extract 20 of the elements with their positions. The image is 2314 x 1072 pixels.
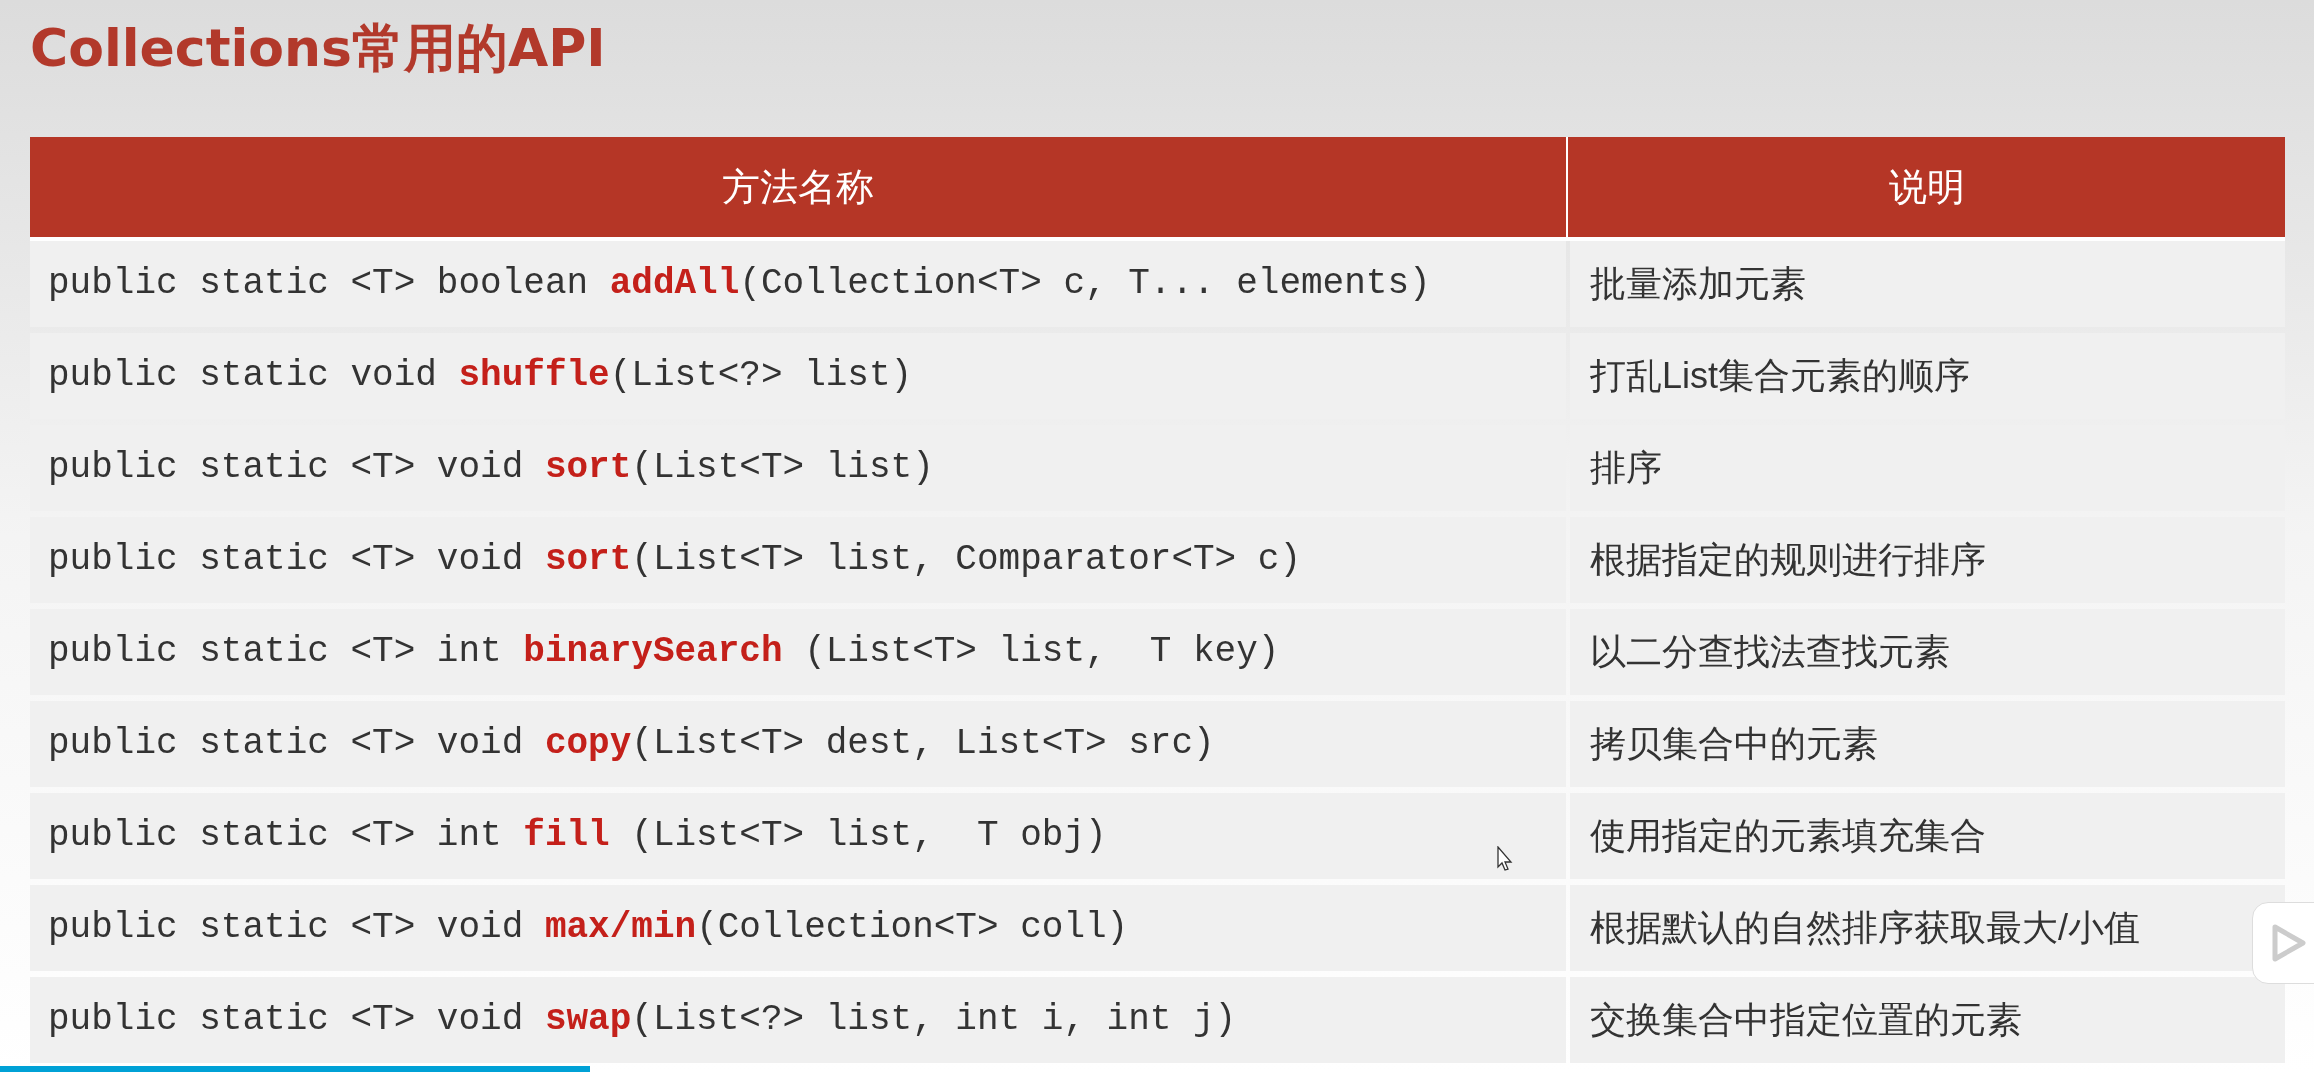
table-cell: public static <T> void sort(List<T> list, Comparator<T> c) [30, 517, 1566, 603]
column-header: 说明 [1888, 164, 1965, 210]
play-icon [2271, 923, 2307, 963]
table-cell: 交换集合中指定位置的元素 [1570, 977, 2285, 1063]
table-cell: 根据指定的规则进行排序 [1570, 517, 2285, 603]
table-cell: 批量添加元素 [1570, 241, 2285, 327]
table-cell: 以二分查找法查找元素 [1570, 609, 2285, 695]
table-cell: public static <T> int fill (List<T> list, T obj) [30, 793, 1566, 879]
table-cell: public static <T> void swap(List<?> list, int i, int j) [30, 977, 1566, 1063]
table-cell: 拷贝集合中的元素 [1570, 701, 2285, 787]
table-cell: 使用指定的元素填充集合 [1570, 793, 2285, 879]
table-cell: public static <T> void copy(List<T> dest, List<T> src) [30, 701, 1566, 787]
mouse-cursor-icon [1497, 846, 1513, 872]
table-cell: public static <T> void max/min(Collection<T> coll) [30, 885, 1566, 971]
table-cell: public static <T> boolean addAll(Collection<T> c, T... elements) [30, 241, 1566, 327]
table-cell: 根据默认的自然排序获取最大/小值 [1570, 885, 2285, 971]
play-button[interactable] [2252, 902, 2314, 984]
table-cell: public static <T> int binarySearch (List<T> list, T key) [30, 609, 1566, 695]
column-header: 方法名称 [722, 164, 874, 210]
slide-title: Collections常用的API [30, 18, 606, 78]
